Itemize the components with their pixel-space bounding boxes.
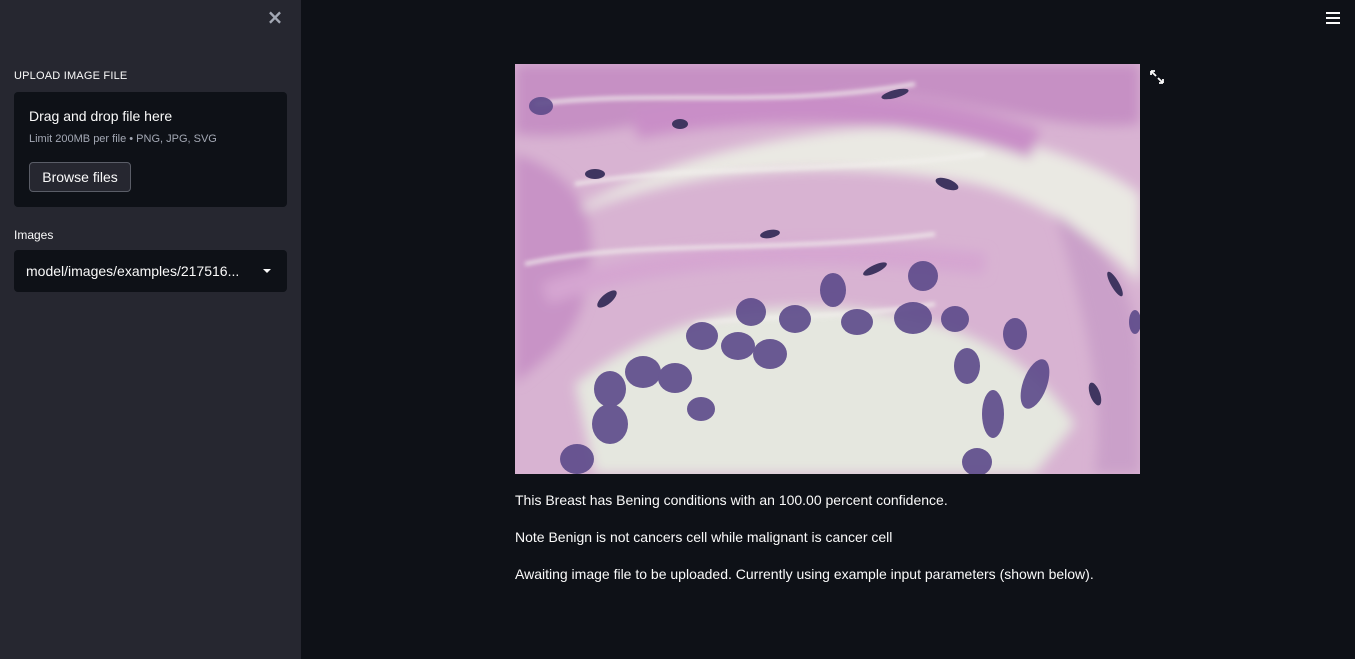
upload-section-label: UPLOAD IMAGE FILE bbox=[14, 70, 128, 82]
images-select[interactable]: model/images/examples/217516... bbox=[14, 250, 287, 292]
file-dropzone[interactable]: Drag and drop file here Limit 200MB per … bbox=[14, 92, 287, 207]
note-text: Note Benign is not cancers cell while ma… bbox=[515, 529, 893, 545]
chevron-down-icon bbox=[263, 269, 271, 273]
images-select-value: model/images/examples/217516... bbox=[26, 263, 240, 279]
dropzone-limit-text: Limit 200MB per file • PNG, JPG, SVG bbox=[29, 133, 217, 145]
close-icon[interactable]: × bbox=[266, 7, 284, 27]
awaiting-upload-text: Awaiting image file to be uploaded. Curr… bbox=[515, 566, 1094, 582]
prediction-result-text: This Breast has Bening conditions with a… bbox=[515, 492, 948, 508]
dropzone-title: Drag and drop file here bbox=[29, 108, 173, 124]
images-select-label: Images bbox=[14, 228, 54, 242]
hamburger-menu-icon[interactable] bbox=[1326, 12, 1340, 24]
sidebar: × UPLOAD IMAGE FILE Drag and drop file h… bbox=[0, 0, 301, 659]
histology-image bbox=[515, 64, 1140, 474]
fullscreen-expand-icon[interactable] bbox=[1150, 70, 1164, 84]
browse-files-button[interactable]: Browse files bbox=[29, 162, 131, 192]
